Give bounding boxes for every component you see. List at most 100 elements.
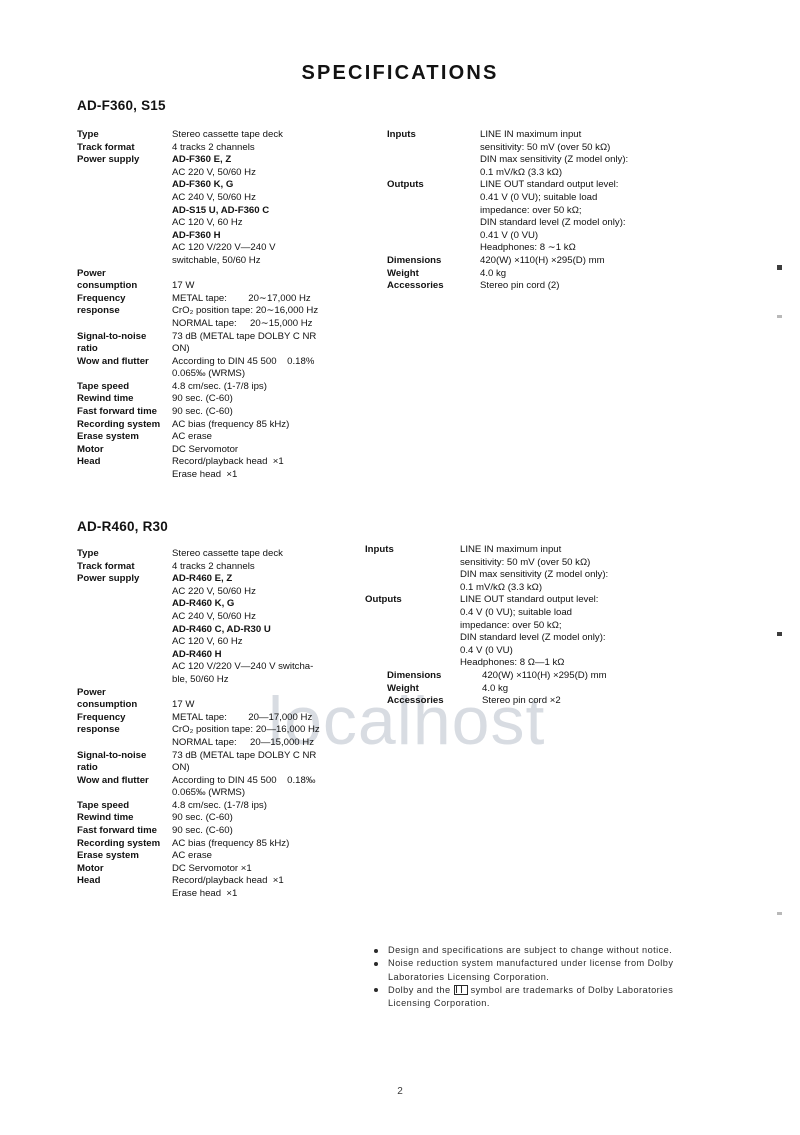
spec-value: AD-R460 H [172,648,222,660]
spec-value: impedance: over 50 kΩ; [480,204,582,216]
spec-value: Erase head ×1 [172,469,238,481]
spec-value: Stereo cassette tape deck [172,129,283,140]
spec-value: 0.1 mV/kΩ (3.3 kΩ) [460,581,543,593]
spec-value: 90 sec. (C-60) [172,393,233,405]
spec-value: Erase head ×1 [172,888,238,900]
spec-value: DC Servomotor ×1 [172,862,252,874]
footnote-item: Noise reduction system manufactured unde… [372,957,692,984]
spec-row: Fast forward time 90 sec. (C-60) [77,406,377,419]
footnotes-list: Design and specifications are subject to… [372,944,692,1010]
spec-label: Outputs [365,594,402,606]
spec-value: 420(W) ×110(H) ×295(D) mm [480,254,605,266]
spec-value: AC 120 V, 60 Hz [172,636,243,648]
spec-value: AC 120 V/220 V—240 V [172,242,276,254]
spec-label: Signal-to-noise ratio [77,330,147,355]
spec-row: Tape speed 4.8 cm/sec. (1-7/8 ips) [77,381,377,394]
spec-value: 90 sec. (C-60) [172,406,233,418]
spec-value: AC 120 V, 60 Hz [172,217,243,229]
spec-row: Head Record/playback head ×1 Erase head ×1 [77,875,377,900]
spec-value: 4.0 kg [480,267,507,279]
spec-value: CrO₂ position tape: 20∼16,000 Hz [172,305,319,317]
spec-row: Frequency response METAL tape: 20∼17,000 H… [77,293,377,331]
spec-value: AC erase [172,850,212,862]
spec-value: 17 W [172,699,195,711]
dolby-double-d-icon [453,985,468,996]
spec-value: 4 tracks 2 channels [172,141,255,153]
spec-row: Accessories Stereo pin cord (2) [387,280,717,293]
spec-row: Track format 4 tracks 2 channels [77,561,377,574]
spec-row: Accessories Stereo pin cord ×2 [365,695,705,708]
scan-artifact-tick [777,912,782,915]
spec-row: Frequency response METAL tape: 20—17,000 H… [77,712,377,750]
spec-value: 0.1 mV/kΩ (3.3 kΩ) [480,166,563,178]
spec-label: Recording system [77,837,161,849]
spec-label: Accessories [387,695,444,707]
spec-value: NORMAL tape: 20∼15,000 Hz [172,317,313,329]
spec-label: Fast forward time [77,406,157,418]
scan-artifact-tick [777,315,782,318]
spec-value: NORMAL tape: 20—15,000 Hz [172,736,315,748]
spec-table-ad-r460-left: Type Stereo cassette tape deck Track forma… [77,548,377,901]
spec-label: Erase system [77,850,139,862]
spec-label: Power supply [77,573,140,585]
spec-label: Weight [387,267,419,279]
spec-row: Track format 4 tracks 2 channels [77,142,377,155]
spec-row: Wow and flutter According to DIN 45 500 0… [77,775,377,800]
spec-label: Dimensions [387,669,442,681]
scan-artifact-tick [777,265,782,270]
spec-row: Power consumption 17 W [77,687,377,712]
bullet-icon [374,948,378,953]
spec-label: Dimensions [387,254,442,266]
spec-row: Weight 4.0 kg [387,268,717,281]
spec-value: AC 240 V, 50/60 Hz [172,191,256,203]
spec-value: LINE OUT standard output level: [460,594,599,606]
spec-row: Motor DC Servomotor ×1 [77,863,377,876]
spec-label: Wow and flutter [77,774,149,786]
spec-value: 73 dB (METAL tape DOLBY C NR [172,749,317,761]
spec-label: Outputs [387,179,424,191]
spec-value: 0.4 V (0 VU); suitable load [460,606,572,618]
spec-value: ON) [172,343,190,355]
spec-value: AC 220 V, 50/60 Hz [172,166,256,178]
spec-value: AD-F360 K, G [172,179,234,191]
spec-value: AC 120 V/220 V—240 V switcha- [172,661,314,673]
spec-row: Inputs LINE IN maximum input sensitivity: … [365,544,705,594]
page-number: 2 [397,1086,403,1097]
spec-label: Head [77,875,101,887]
spec-row: Recording system AC bias (frequency 85 kH… [77,838,377,851]
spec-value: 0.4 V (0 VU) [460,644,513,656]
spec-value: Headphones: 8 Ω—1 kΩ [460,657,565,669]
spec-value: AD-F360 E, Z [172,154,232,166]
spec-value: Record/playback head ×1 [172,456,284,468]
spec-value: impedance: over 50 kΩ; [460,619,562,631]
spec-label: Recording system [77,418,161,430]
spec-value: AC 220 V, 50/60 Hz [172,585,256,597]
spec-value: AC 240 V, 50/60 Hz [172,610,256,622]
spec-value: 4.8 cm/sec. (1-7/8 ips) [172,799,267,811]
spec-label: Rewind time [77,812,134,824]
spec-value: METAL tape: 20∼17,000 Hz [172,292,311,304]
spec-value: According to DIN 45 500 0.18‰ [172,774,316,786]
spec-row: Signal-to-noise ratio 73 dB (METAL tape DO… [77,750,377,775]
spec-value: DIN standard level (Z model only): [480,217,626,229]
bullet-icon [374,961,378,966]
spec-value: AC erase [172,431,212,443]
spec-label: Inputs [387,129,416,140]
spec-row: Erase system AC erase [77,431,377,444]
spec-label: Track format [77,560,135,572]
spec-row: Type Stereo cassette tape deck [77,548,377,561]
spec-value: 0.065‰ (WRMS) [172,368,246,380]
spec-label: Weight [387,682,419,694]
spec-row: Motor DC Servomotor [77,444,377,457]
spec-label: Tape speed [77,799,130,811]
spec-value: 0.41 V (0 VU) [480,229,539,241]
spec-label: Frequency response [77,292,126,317]
spec-value: 4.8 cm/sec. (1-7/8 ips) [172,380,267,392]
spec-value: switchable, 50/60 Hz [172,254,261,266]
spec-row: Power supply AD-R460 E, Z AC 220 V, 50/60 … [77,573,377,686]
spec-row: Weight 4.0 kg [365,683,705,696]
spec-value: AD-F360 H [172,229,221,241]
spec-value-spacer [172,687,377,700]
spec-value: LINE IN maximum input [460,544,562,555]
spec-table-ad-f360-right: Inputs LINE IN maximum input sensitivity: … [387,129,717,293]
